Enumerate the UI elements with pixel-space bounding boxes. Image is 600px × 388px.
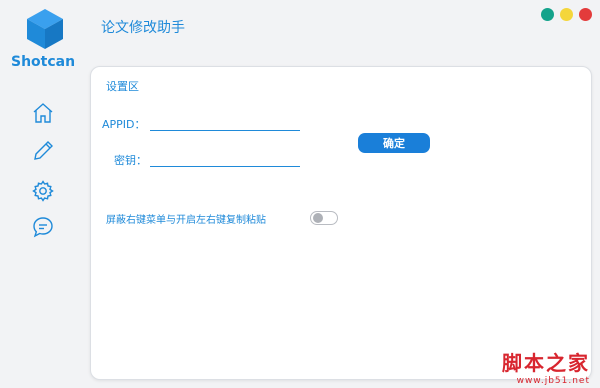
chat-icon bbox=[33, 217, 53, 238]
appid-label: APPID： bbox=[102, 118, 146, 131]
key-label: 密钥： bbox=[114, 154, 147, 167]
context-menu-toggle[interactable] bbox=[310, 211, 338, 225]
gear-icon bbox=[32, 180, 54, 202]
sidebar-item-edit[interactable] bbox=[30, 138, 56, 164]
appid-input[interactable] bbox=[150, 112, 300, 131]
sidebar: Shotcan bbox=[0, 0, 84, 388]
sidebar-item-messages[interactable] bbox=[30, 214, 56, 240]
pencil-icon bbox=[34, 141, 53, 160]
cube-logo-icon bbox=[27, 9, 63, 49]
key-input[interactable] bbox=[150, 148, 300, 167]
section-title: 设置区 bbox=[106, 80, 139, 93]
watermark-main: 脚本之家 bbox=[502, 351, 590, 375]
maximize-button[interactable] bbox=[560, 8, 573, 21]
confirm-button[interactable]: 确定 bbox=[358, 133, 430, 153]
home-icon bbox=[33, 103, 53, 123]
brand-name: Shotcan bbox=[11, 54, 76, 70]
watermark-sub: www.jb51.net bbox=[516, 376, 590, 386]
app-title: 论文修改助手 bbox=[101, 20, 185, 36]
toggle-label: 屏蔽右键菜单与开启左右键复制粘贴 bbox=[106, 215, 266, 226]
close-button[interactable] bbox=[579, 8, 592, 21]
minimize-button[interactable] bbox=[541, 8, 554, 21]
sidebar-item-settings[interactable] bbox=[30, 178, 56, 204]
watermark: 脚本之家 www.jb51.net bbox=[502, 347, 590, 386]
window-controls bbox=[541, 8, 592, 21]
toggle-knob bbox=[313, 213, 323, 223]
sidebar-item-home[interactable] bbox=[30, 100, 56, 126]
